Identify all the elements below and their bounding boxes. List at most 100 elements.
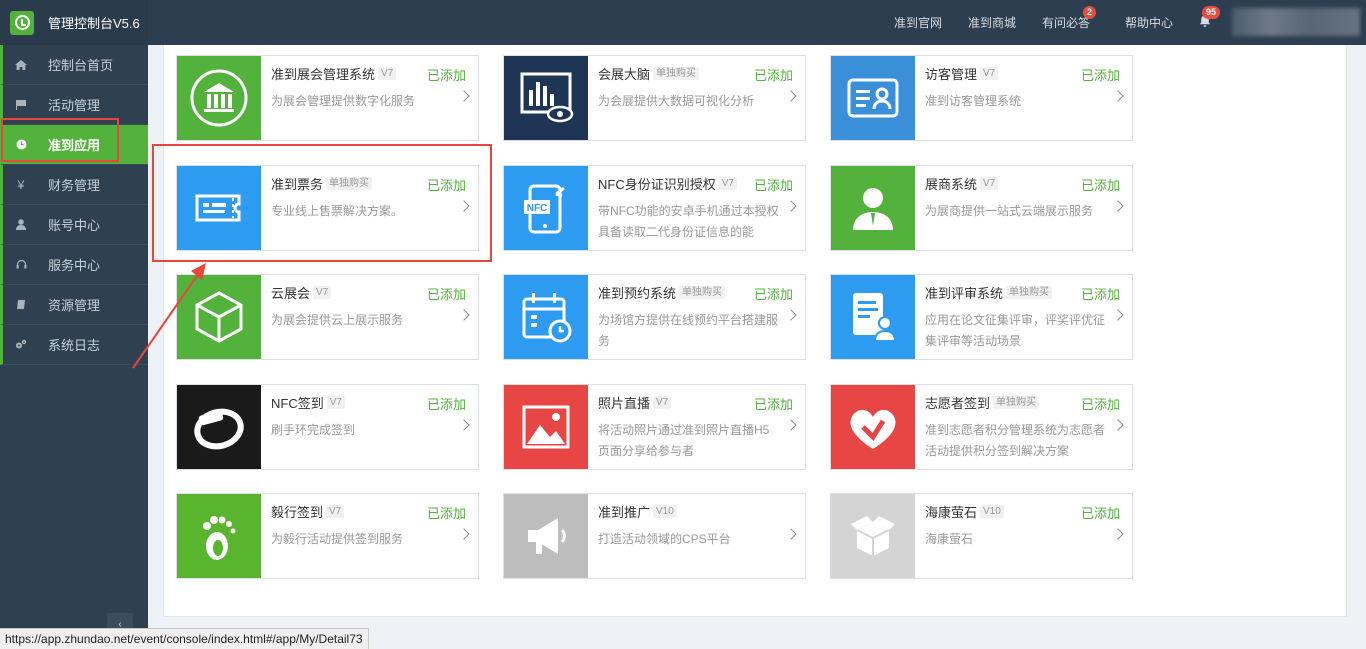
app-added-status[interactable]: 已添加 <box>1081 503 1120 522</box>
app-description: 为展会管理提供数字化服务 <box>271 94 416 108</box>
id-card-icon <box>831 56 915 140</box>
brand[interactable]: 管理控制台V5.6 <box>0 0 148 45</box>
sidebar-item-label: 资源管理 <box>48 298 101 313</box>
nav-qa[interactable]: 有问必答 <box>1042 0 1090 45</box>
app-card[interactable]: NFC签到 V7 已添加 刷手环完成签到 <box>176 384 479 470</box>
app-card[interactable]: NFC NFC身份证识别授权 V7 已添加 带NFC功能的安卓手机通过本授权具备读取二代… <box>503 165 806 251</box>
app-description: 准到访客管理系统 <box>925 94 1022 108</box>
app-title: 准到推广 <box>598 504 651 520</box>
app-title: 毅行签到 <box>271 504 324 520</box>
app-version-tag: V7 <box>378 66 397 80</box>
flag-icon <box>14 99 28 110</box>
app-added-status[interactable]: 已添加 <box>427 65 466 84</box>
sidebar-item-label: 服务中心 <box>48 258 101 273</box>
app-description: 为毅行活动提供签到服务 <box>271 532 404 546</box>
app-card[interactable]: 访客管理 V7 已添加 准到访客管理系统 <box>830 55 1133 141</box>
notification-badge: 95 <box>1202 6 1221 19</box>
person-icon <box>831 166 915 250</box>
app-title: 展商系统 <box>925 176 978 192</box>
svg-text:NFC: NFC <box>527 203 548 214</box>
app-version-tag: V7 <box>653 395 672 409</box>
user-icon <box>14 219 28 230</box>
top-bar: 管理控制台V5.6 准到官网 准到商城 有问必答 2 帮助中心 95 <box>0 0 1366 45</box>
app-card-body: 访客管理 V7 已添加 准到访客管理系统 <box>915 56 1132 140</box>
app-added-status[interactable]: 已添加 <box>754 175 793 194</box>
app-card[interactable]: 照片直播 V7 已添加 将活动照片通过准到照片直播H5页面分享给参与者 <box>503 384 806 470</box>
sidebar-item-account[interactable]: 账号中心 <box>0 205 148 245</box>
home-icon <box>14 59 28 70</box>
sidebar-highlight-annotation <box>1 118 119 162</box>
app-card-body: 准到推广 V10 打造活动领域的CPS平台 <box>588 494 805 578</box>
app-card[interactable]: 会展大脑 单独购买 已添加 为会展提供大数据可视化分析 <box>503 55 806 141</box>
app-card[interactable]: 准到评审系统 单独购买 已添加应用在论文征集评审，评奖评优征集评审等活动场景 <box>830 274 1133 360</box>
nav-shop[interactable]: 准到商城 <box>968 0 1016 45</box>
app-card[interactable]: 毅行签到 V7 已添加 为毅行活动提供签到服务 <box>176 493 479 579</box>
app-card[interactable]: 云展会 V7 已添加为展会提供云上展示服务 <box>176 274 479 360</box>
app-title: 海康萤石 <box>925 504 978 520</box>
app-version-tag: 单独购买 <box>653 66 700 80</box>
nav-help-center[interactable]: 帮助中心 <box>1125 0 1173 45</box>
heart-hand-icon <box>831 385 915 469</box>
app-added-status[interactable]: 已添加 <box>754 394 793 413</box>
app-added-status[interactable]: 已添加 <box>427 503 466 522</box>
app-added-status[interactable]: 已添加 <box>754 65 793 84</box>
megaphone-icon <box>504 494 588 578</box>
app-title: 准到评审系统 <box>925 285 1004 301</box>
sidebar-item-label: 财务管理 <box>48 178 101 193</box>
app-added-status[interactable]: 已添加 <box>427 284 466 303</box>
app-card[interactable]: 海康萤石 V10 已添加 海康萤石 <box>830 493 1133 579</box>
app-card-body: 云展会 V7 已添加为展会提供云上展示服务 <box>261 275 478 359</box>
sidebar-item-label: 控制台首页 <box>48 58 114 73</box>
app-version-tag: V7 <box>313 285 332 299</box>
sidebar-item-finance[interactable]: ¥ 财务管理 <box>0 165 148 205</box>
app-title: 准到预约系统 <box>598 285 677 301</box>
app-card-body: 准到展会管理系统 V7 已添加 为展会管理提供数字化服务 <box>261 56 478 140</box>
app-added-status[interactable]: 已添加 <box>1081 175 1120 194</box>
app-added-status[interactable]: 已添加 <box>427 394 466 413</box>
app-version-tag: V10 <box>653 504 677 518</box>
app-card-body: 志愿者签到 单独购买 已添加 准到志愿者积分管理系统为志愿者活动提供积分签到解决方案 <box>915 385 1132 469</box>
brand-title: 管理控制台V5.6 <box>48 16 140 31</box>
gears-icon <box>14 339 28 350</box>
sidebar-item-label: 活动管理 <box>48 98 101 113</box>
app-card[interactable]: 准到展会管理系统 V7 已添加 为展会管理提供数字化服务 <box>176 55 479 141</box>
app-version-tag: 单独购买 <box>993 395 1040 409</box>
box-icon <box>831 494 915 578</box>
app-card[interactable]: 展商系统 V7 已添加 为展商提供一站式云端展示服务 <box>830 165 1133 251</box>
app-card-body: 准到评审系统 单独购买 已添加应用在论文征集评审，评奖评优征集评审等活动场景 <box>915 275 1132 359</box>
app-title: 云展会 <box>271 285 311 301</box>
app-title: 准到展会管理系统 <box>271 66 376 82</box>
app-card[interactable]: 准到推广 V10 打造活动领域的CPS平台 <box>503 493 806 579</box>
ticket-card-highlight-annotation <box>152 144 492 262</box>
app-version-tag: 单独购买 <box>679 285 726 299</box>
app-added-status[interactable]: 已添加 <box>1081 284 1120 303</box>
app-title: 照片直播 <box>598 395 651 411</box>
app-description: 海康萤石 <box>925 532 974 546</box>
book-icon <box>14 299 28 310</box>
nav-official-site[interactable]: 准到官网 <box>894 0 942 45</box>
app-version-tag: V10 <box>980 504 1004 518</box>
app-card-body: NFC签到 V7 已添加 刷手环完成签到 <box>261 385 478 469</box>
app-description: 为展会提供云上展示服务 <box>271 313 404 327</box>
nfc-phone-icon: NFC <box>504 166 588 250</box>
app-version-tag: V7 <box>326 395 345 409</box>
sidebar-item-label: 系统日志 <box>48 338 101 353</box>
app-added-status[interactable]: 已添加 <box>1081 394 1120 413</box>
calendar-icon <box>504 275 588 359</box>
user-avatar-blurred[interactable] <box>1232 8 1360 36</box>
app-description: 带NFC功能的安卓手机通过本授权具备读取二代身份证信息的能 <box>598 204 779 239</box>
app-title: NFC身份证识别授权 <box>598 176 716 192</box>
museum-icon <box>177 56 261 140</box>
app-version-tag: V7 <box>980 176 999 190</box>
app-added-status[interactable]: 已添加 <box>754 284 793 303</box>
app-added-status[interactable]: 已添加 <box>1081 65 1120 84</box>
wristband-icon <box>177 385 261 469</box>
app-version-tag: 单独购买 <box>1006 285 1053 299</box>
footprint-icon <box>177 494 261 578</box>
app-card[interactable]: 准到预约系统 单独购买 已添加 为场馆方提供在线预约平台搭建服务 <box>503 274 806 360</box>
app-description: 应用在论文征集评审，评奖评优征集评审等活动场景 <box>925 313 1106 348</box>
yen-icon: ¥ <box>17 177 25 192</box>
sidebar-item-dashboard[interactable]: 控制台首页 <box>0 45 148 85</box>
app-card[interactable]: 志愿者签到 单独购买 已添加 准到志愿者积分管理系统为志愿者活动提供积分签到解决方案 <box>830 384 1133 470</box>
app-description: 为会展提供大数据可视化分析 <box>598 94 755 108</box>
